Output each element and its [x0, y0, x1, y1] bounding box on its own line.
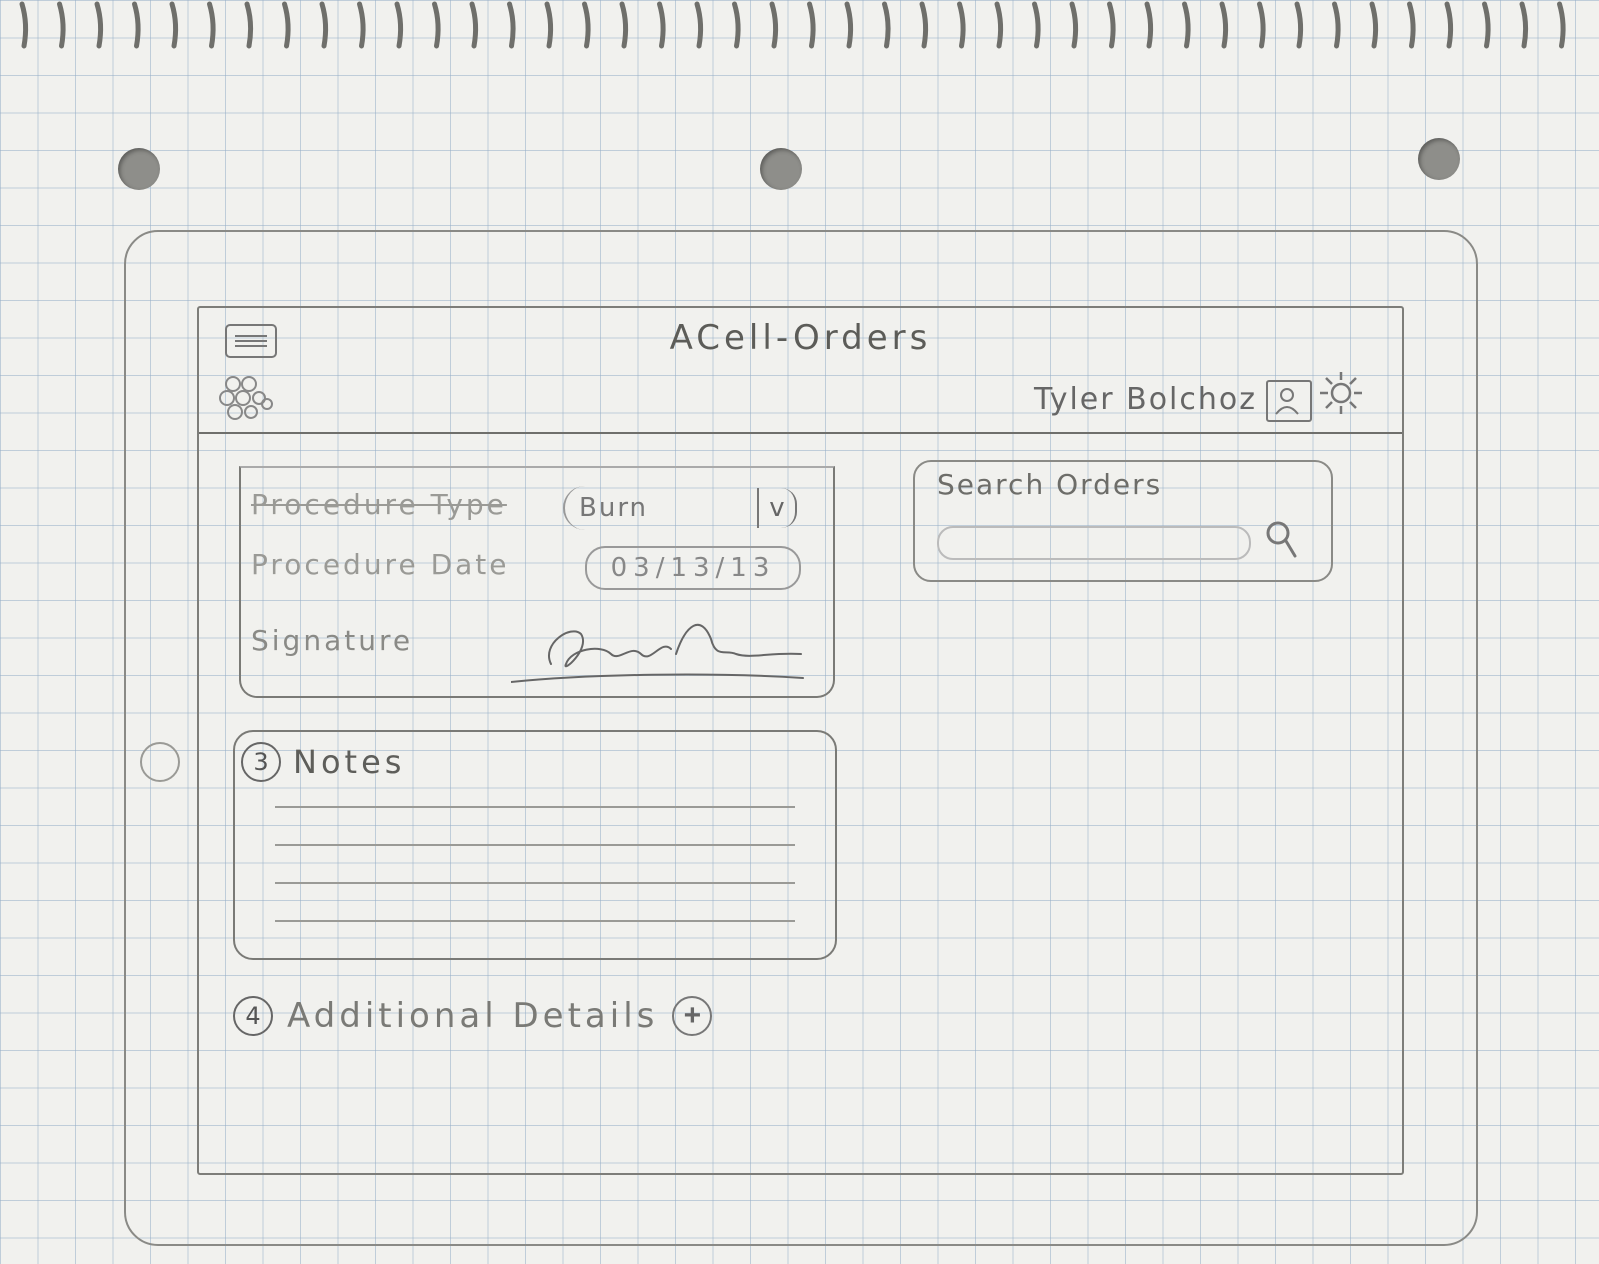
- spiral-coil: [1107, 1, 1116, 49]
- binder-hole: [1418, 138, 1460, 180]
- notes-step-number: 3: [241, 742, 281, 782]
- spiral-coil: [1257, 1, 1266, 49]
- spiral-coil: [1407, 1, 1416, 49]
- spiral-coil: [432, 1, 441, 49]
- spiral-coil: [1557, 1, 1566, 49]
- order-form: Procedure Type Burn v Procedure Date 03/…: [239, 466, 835, 698]
- spiral-coil: [807, 1, 816, 49]
- spiral-coil: [19, 1, 29, 49]
- spiral-coil: [319, 1, 329, 49]
- spiral-coil: [882, 1, 891, 49]
- spiral-coil: [169, 1, 179, 49]
- search-orders-label: Search Orders: [937, 468, 1163, 501]
- binder-hole: [118, 148, 160, 190]
- spiral-coil: [544, 1, 554, 49]
- notes-line[interactable]: [275, 844, 795, 846]
- spiral-coil: [394, 1, 404, 49]
- additional-details-section: 4 Additional Details +: [233, 996, 713, 1036]
- avatar-icon[interactable]: [1266, 380, 1312, 422]
- spiral-coil: [94, 1, 104, 49]
- spiral-coil: [282, 1, 291, 49]
- notes-line[interactable]: [275, 806, 795, 808]
- notes-line[interactable]: [275, 920, 795, 922]
- spiral-coil: [919, 1, 929, 49]
- signature-pad[interactable]: [511, 604, 811, 688]
- spiral-coil: [357, 1, 366, 49]
- spiral-coil: [957, 1, 966, 49]
- notes-line[interactable]: [275, 882, 795, 884]
- spiral-coil: [1294, 1, 1304, 49]
- spiral-coil: [1182, 1, 1191, 49]
- header-divider: [199, 432, 1402, 434]
- binder-hole: [760, 148, 802, 190]
- spiral-coil: [1482, 1, 1491, 49]
- gear-icon[interactable]: [1316, 368, 1366, 418]
- app-icon[interactable]: [217, 374, 279, 424]
- chevron-down-icon[interactable]: v: [757, 488, 797, 528]
- search-input[interactable]: [937, 526, 1251, 560]
- app-title: ACell-Orders: [669, 318, 932, 358]
- spiral-coil: [732, 1, 741, 49]
- spiral-coil: [1369, 1, 1379, 49]
- spiral-coil: [582, 1, 591, 49]
- plus-icon: +: [683, 999, 702, 1032]
- spiral-coil: [1332, 1, 1341, 49]
- procedure-date-field[interactable]: 03/13/13: [585, 546, 801, 590]
- notes-title: Notes: [293, 743, 406, 781]
- procedure-type-label: Procedure Type: [251, 488, 507, 521]
- search-icon[interactable]: [1263, 518, 1301, 562]
- spiral-coil: [469, 1, 479, 49]
- spiral-coil: [994, 1, 1004, 49]
- spiral-coil: [207, 1, 216, 49]
- additional-details-step-number: 4: [233, 996, 273, 1036]
- spiral-coil: [1519, 1, 1529, 49]
- spiral-coil: [1219, 1, 1229, 49]
- app-window: ACell-Orders Tyler Bolchoz Procedure Typ…: [197, 306, 1404, 1175]
- user-name: Tyler Bolchoz: [1034, 382, 1257, 417]
- procedure-type-value: Burn: [579, 493, 649, 523]
- procedure-date-label: Procedure Date: [251, 548, 510, 581]
- spiral-coil: [657, 1, 666, 49]
- spiral-coil: [57, 1, 66, 49]
- add-details-button[interactable]: +: [672, 996, 713, 1036]
- procedure-type-select[interactable]: Burn v: [563, 486, 797, 530]
- signature-label: Signature: [251, 624, 414, 657]
- spiral-coil: [694, 1, 704, 49]
- spiral-coil: [769, 1, 779, 49]
- spiral-coil: [1069, 1, 1079, 49]
- spiral-coil: [132, 1, 141, 49]
- spiral-coil: [1032, 1, 1041, 49]
- spiral-coil: [1144, 1, 1154, 49]
- notebook-spiral: /* placeholder for non-executing comment…: [19, 1, 1566, 49]
- spiral-coil: [619, 1, 629, 49]
- search-orders-panel: Search Orders: [913, 460, 1333, 582]
- notes-panel: 3 Notes: [233, 730, 837, 960]
- additional-details-title: Additional Details: [287, 996, 659, 1036]
- spiral-coil: [1444, 1, 1454, 49]
- spiral-coil: [844, 1, 854, 49]
- spiral-coil: [507, 1, 516, 49]
- spiral-coil: [244, 1, 254, 49]
